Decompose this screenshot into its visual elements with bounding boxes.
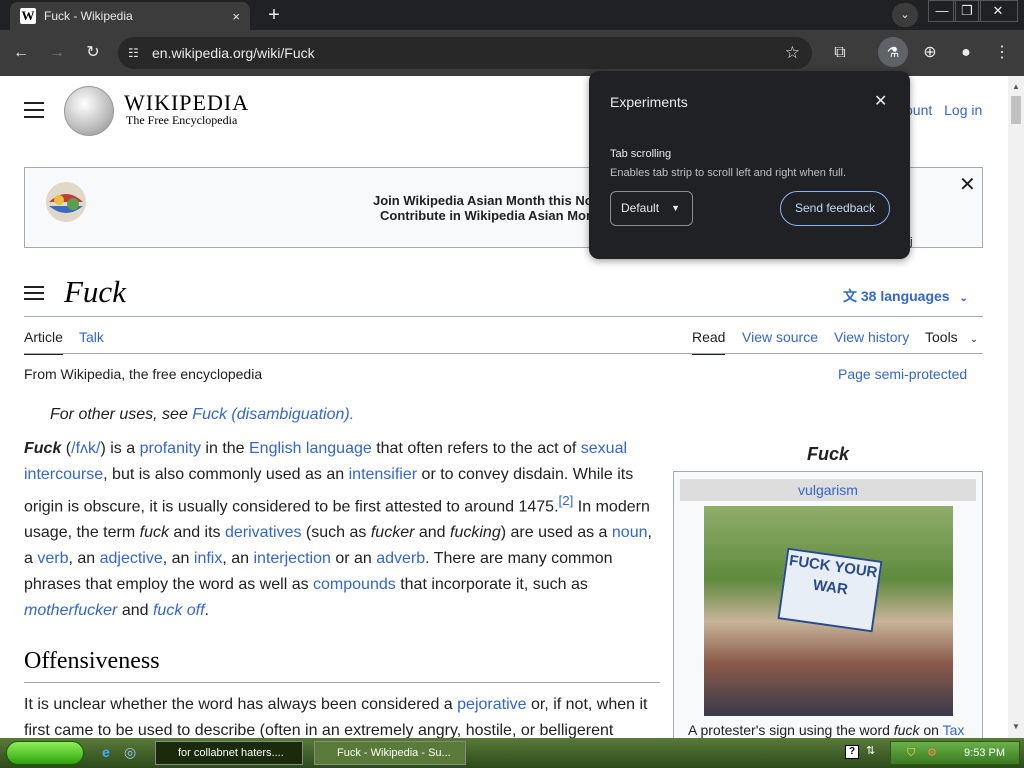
address-bar[interactable]: ☷ en.wikipedia.org/wiki/Fuck ☆: [118, 37, 812, 69]
scroll-down-icon[interactable]: ▼: [1012, 722, 1020, 731]
help-icon[interactable]: ?: [845, 745, 859, 759]
tabs-divider: [24, 353, 983, 354]
dropdown-arrow-icon: ▼: [671, 203, 680, 213]
main-menu-icon[interactable]: [24, 102, 44, 118]
ie-icon[interactable]: e: [102, 744, 110, 760]
tab-close-icon[interactable]: ×: [232, 9, 240, 24]
wikipedia-globe-logo[interactable]: [64, 86, 114, 136]
banner-line-2: Contribute in Wikipedia Asian Mon: [380, 208, 594, 223]
protection-indicator[interactable]: Page semi-protected: [838, 366, 967, 382]
send-feedback-button[interactable]: Send feedback: [780, 191, 890, 226]
tab-article[interactable]: Article: [24, 329, 63, 355]
tools-menu[interactable]: Tools ⌄: [925, 329, 978, 345]
page-title: Fuck: [64, 274, 126, 309]
browser-toolbar: ← → ↻ ☷ en.wikipedia.org/wiki/Fuck ☆ ⧉ ⊕…: [0, 30, 1024, 76]
translate-icon: 文: [843, 288, 857, 304]
banner-link[interactable]: j: [910, 236, 912, 248]
experiment-select[interactable]: Default ▼: [610, 191, 693, 226]
section-divider: [24, 682, 660, 683]
tab-talk[interactable]: Talk: [79, 329, 104, 345]
feature-description: Enables tab strip to scroll left and rig…: [610, 167, 847, 179]
bookmark-star-icon[interactable]: ☆: [785, 43, 800, 63]
infobox-subheader[interactable]: vulgarism: [680, 479, 976, 501]
reload-icon[interactable]: ↻: [80, 40, 106, 66]
tab-strip: W Fuck - Wikipedia × + ⌄ — ❐ ✕: [0, 0, 1024, 30]
wikipedia-favicon-icon: W: [20, 8, 36, 24]
feature-name: Tab scrolling: [610, 148, 672, 160]
menu-kebab-icon[interactable]: ⋮: [989, 40, 1015, 66]
infobox-title: Fuck: [806, 444, 849, 464]
header-user-links: ount Log in: [905, 102, 982, 118]
browser-tab[interactable]: W Fuck - Wikipedia ×: [10, 2, 250, 30]
chevron-down-icon: ⌄: [959, 293, 968, 304]
languages-label: 38 languages: [860, 288, 950, 304]
scroll-up-icon[interactable]: ▲: [1012, 82, 1020, 91]
site-info-icon[interactable]: ☷: [128, 45, 144, 61]
popup-title: Experiments: [610, 94, 688, 110]
section-heading: Offensiveness: [24, 648, 160, 674]
tab-search-icon[interactable]: ⌄: [892, 3, 918, 27]
banner-line-1: Join Wikipedia Asian Month this No: [373, 193, 593, 208]
close-window-button[interactable]: ✕: [978, 0, 1018, 22]
lead-paragraph: Fuck (/fʌk/) is a profanity in the Engli…: [24, 440, 652, 620]
toc-icon[interactable]: [24, 286, 44, 302]
system-tray: ⛉ ⚙ 9:53 PM: [890, 741, 1020, 765]
taskbar-window-2[interactable]: Fuck - Wikipedia - Su...: [314, 741, 466, 765]
section-paragraph: It is unclear whether the word has alway…: [24, 696, 648, 738]
languages-button[interactable]: 文 38 languages ⌄: [843, 286, 968, 306]
downloads-icon[interactable]: ⊕: [917, 40, 943, 66]
hatnote: For other uses, see Fuck (disambiguation…: [50, 406, 355, 423]
network-icon[interactable]: ⇅: [866, 744, 875, 757]
taskbar-window-1[interactable]: for collabnet haters....: [155, 741, 303, 765]
labs-flask-icon[interactable]: ⚗: [878, 37, 908, 67]
page-scrollbar[interactable]: ▲ ▼: [1008, 76, 1024, 738]
tray-app-icon[interactable]: ⚙: [927, 742, 937, 764]
asian-month-logo: [46, 182, 86, 222]
extensions-icon[interactable]: ⧉: [827, 40, 853, 66]
wikipedia-tagline: The Free Encyclopedia: [126, 113, 238, 127]
tab-view-source[interactable]: View source: [742, 329, 818, 345]
start-button[interactable]: [6, 741, 84, 765]
back-arrow-icon[interactable]: ←: [8, 40, 34, 66]
infobox-caption: A protester's sign using the word fuck o…: [688, 722, 965, 738]
infobox: vulgarism FUCK YOUR WAR A protester's si…: [673, 471, 983, 738]
title-divider: [24, 316, 983, 317]
profile-icon[interactable]: ●: [953, 40, 979, 66]
protest-photo[interactable]: FUCK YOUR WAR: [704, 506, 953, 716]
banner-close-icon[interactable]: ✕: [959, 172, 976, 197]
quicklaunch-icon[interactable]: ◎: [124, 744, 136, 761]
tab-view-history[interactable]: View history: [834, 329, 909, 345]
new-tab-button[interactable]: +: [262, 4, 286, 26]
clock: 9:53 PM: [964, 747, 1005, 759]
chevron-down-icon: ⌄: [969, 334, 979, 345]
forward-arrow-icon[interactable]: →: [44, 40, 70, 66]
site-subtitle: From Wikipedia, the free encyclopedia: [24, 366, 263, 382]
popup-close-icon[interactable]: ✕: [874, 91, 887, 111]
protest-sign: FUCK YOUR WAR: [777, 547, 883, 633]
minimize-button[interactable]: —: [928, 0, 956, 22]
tab-title: Fuck - Wikipedia: [44, 9, 133, 23]
scrollbar-thumb[interactable]: [1011, 96, 1021, 124]
disambiguation-link[interactable]: Fuck (disambiguation): [192, 406, 349, 423]
restore-button[interactable]: ❐: [953, 0, 981, 22]
shield-icon[interactable]: ⛉: [907, 742, 915, 764]
url-text: en.wikipedia.org/wiki/Fuck: [152, 45, 315, 61]
windows-taskbar: e ◎ for collabnet haters.... Fuck - Wiki…: [0, 738, 1024, 768]
login-link[interactable]: Log in: [944, 102, 982, 118]
tab-read[interactable]: Read: [692, 329, 726, 355]
experiments-popup: Experiments ✕ Tab scrolling Enables tab …: [589, 71, 910, 259]
